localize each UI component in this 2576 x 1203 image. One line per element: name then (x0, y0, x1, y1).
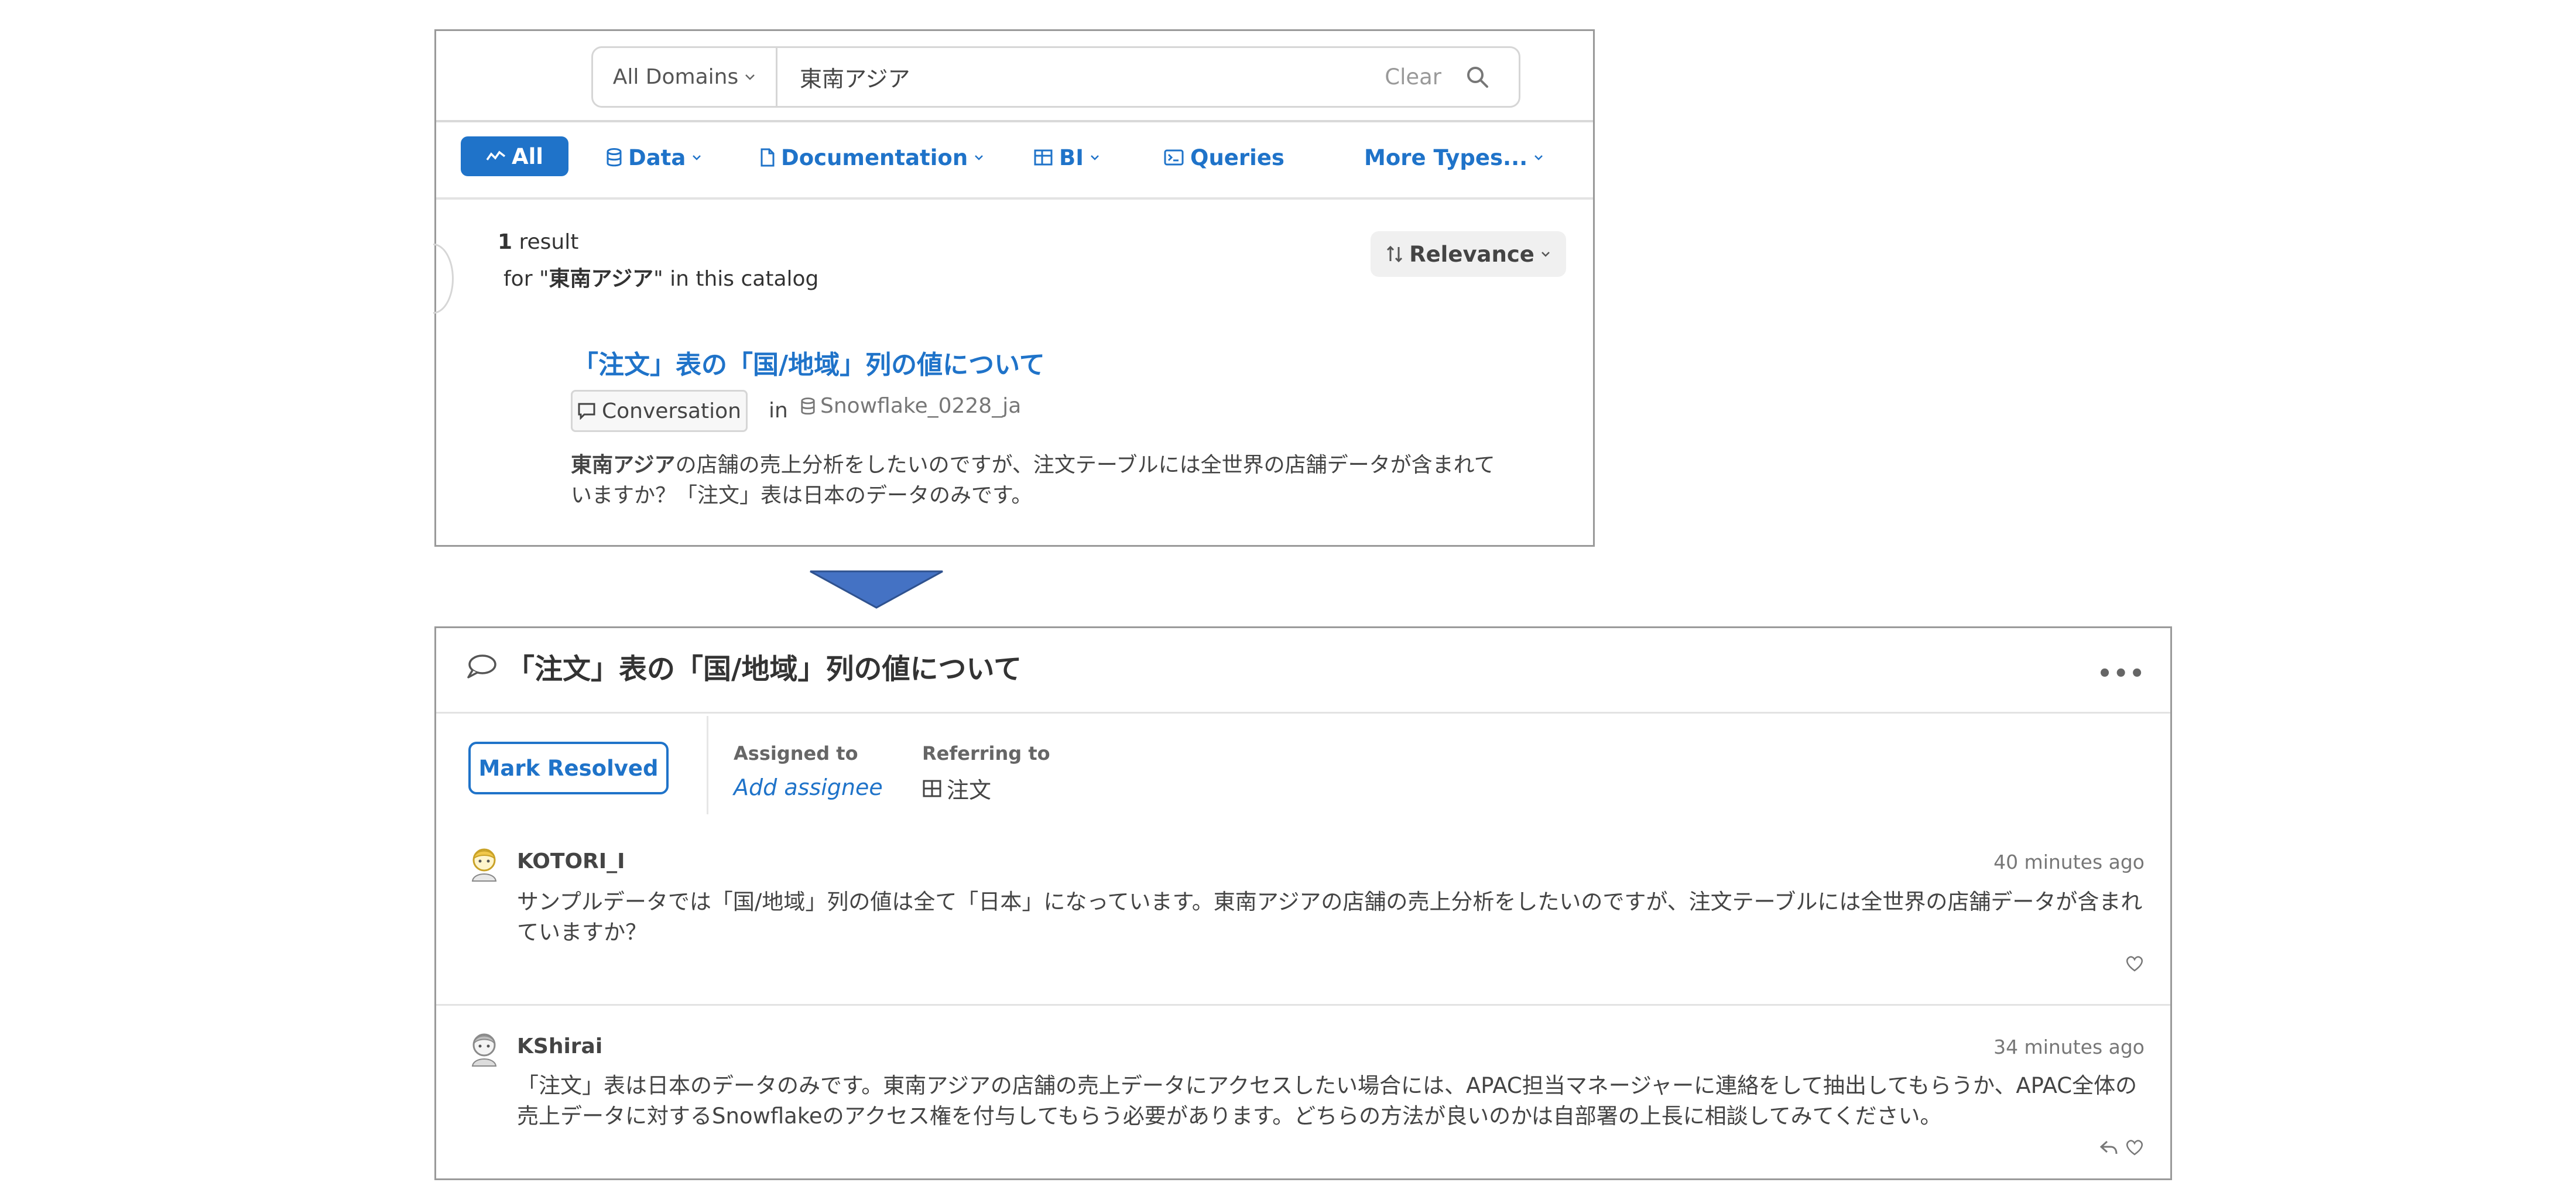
type-filter-queries[interactable]: Queries (1163, 138, 1284, 177)
referring-to-link[interactable]: 注文 (922, 772, 991, 804)
result-snippet-highlight: 東南アジア (571, 453, 676, 477)
type-filter-data-label: Data (628, 145, 686, 170)
type-filter-queries-label: Queries (1190, 145, 1284, 170)
result-title-link[interactable]: 「注文」表の「国/地域」列の値について (573, 344, 1045, 381)
comment-timestamp: 34 minutes ago (1993, 1036, 2145, 1058)
comment-author[interactable]: KOTORI_I (517, 849, 625, 873)
divider (436, 197, 1593, 200)
referring-to-value: 注文 (947, 777, 992, 803)
chevron-down-icon (745, 74, 755, 80)
result-snippet: 東南アジアの店舗の売上分析をしたいのですが、注文テーブルには全世界の店舗データが… (571, 450, 1508, 511)
reply-icon[interactable] (2099, 1139, 2119, 1156)
result-query-summary: for "東南アジア" in this catalog (503, 262, 818, 292)
result-source-link[interactable]: Snowflake_0228_ja (800, 394, 1021, 418)
table-icon (923, 780, 941, 797)
type-filter-more[interactable]: More Types... (1364, 138, 1544, 177)
result-source-label: Snowflake_0228_ja (820, 394, 1022, 418)
assigned-to-label: Assigned to (734, 742, 858, 765)
type-filter-bi-label: BI (1059, 145, 1084, 170)
comment-icon (578, 403, 595, 420)
add-assignee-link[interactable]: Add assignee (734, 774, 883, 800)
query-icon (1164, 149, 1184, 166)
referring-to-label: Referring to (922, 742, 1050, 765)
result-query-suffix: " in this catalog (653, 267, 819, 291)
more-options-icon[interactable]: ••• (2097, 660, 2146, 687)
comment-body: 「注文」表は日本のデータのみです。東南アジアの店舗の売上データにアクセスしたい場… (517, 1073, 2137, 1129)
sort-label: Relevance (1409, 241, 1534, 267)
chevron-down-icon (1534, 155, 1543, 160)
divider (436, 1004, 2170, 1006)
type-filter-all[interactable]: All (461, 136, 568, 176)
search-bar: All Domains 東南アジア Clear (591, 46, 1520, 108)
result-type-chip: Conversation (571, 390, 748, 432)
chevron-down-icon (693, 155, 701, 160)
comment-actions (2125, 955, 2145, 972)
result-snippet-text: の店舗の売上分析をしたいのですが、注文テーブルには全世界の店舗データが含まれてい… (571, 453, 1495, 508)
database-icon (801, 397, 815, 414)
search-input[interactable]: 東南アジア (777, 61, 1385, 93)
comment-body: サンプルデータでは「国/地域」列の値は全て「日本」になっています。東南アジアの店… (517, 889, 2143, 945)
sort-button[interactable]: Relevance (1371, 231, 1566, 277)
result-in-label: in (769, 399, 788, 423)
result-query-term: 東南アジア (549, 267, 654, 291)
heart-icon[interactable] (2125, 1139, 2145, 1156)
result-count: 1 result (498, 230, 578, 254)
comment-timestamp: 40 minutes ago (1993, 851, 2145, 873)
divider (436, 120, 1593, 122)
type-filter-all-label: All (511, 143, 543, 169)
sort-icon (1387, 245, 1403, 263)
chevron-down-icon (1091, 155, 1099, 160)
type-filter-documentation-label: Documentation (781, 145, 968, 170)
avatar (471, 848, 497, 882)
search-icon[interactable] (1465, 64, 1491, 90)
document-icon (761, 148, 775, 167)
clear-button[interactable]: Clear (1385, 64, 1441, 90)
type-filter-documentation[interactable]: Documentation (760, 138, 984, 177)
comment-actions (2099, 1139, 2145, 1156)
chevron-down-icon (1542, 252, 1550, 257)
type-filter-bar: All Data Documentation BI Queries More T… (436, 131, 1593, 182)
comment-icon (467, 654, 496, 678)
mark-resolved-button[interactable]: Mark Resolved (468, 742, 669, 794)
database-icon (607, 148, 622, 167)
domain-select[interactable]: All Domains (593, 48, 777, 106)
sidebar-collapse-handle[interactable] (433, 244, 454, 314)
dashboard-icon (1034, 149, 1053, 166)
domain-select-label: All Domains (612, 65, 739, 89)
result-count-suffix: result (512, 230, 579, 254)
heart-icon[interactable] (2125, 955, 2145, 972)
type-filter-more-label: More Types... (1364, 145, 1528, 170)
type-filter-bi[interactable]: BI (1033, 138, 1100, 177)
conversation-panel: 「注文」表の「国/地域」列の値について ••• Mark Resolved As… (434, 626, 2172, 1180)
comment-author[interactable]: KShirai (517, 1034, 602, 1058)
activity-icon (486, 150, 506, 161)
down-arrow-icon (810, 570, 943, 609)
search-results-panel: All Domains 東南アジア Clear All Data Documen… (433, 29, 1595, 547)
divider (436, 712, 2170, 714)
type-filter-data[interactable]: Data (606, 138, 702, 177)
chevron-down-icon (975, 155, 984, 160)
result-type-label: Conversation (601, 399, 741, 423)
result-count-number: 1 (498, 230, 513, 254)
result-query-prefix: for " (503, 267, 549, 291)
conversation-title: 「注文」表の「国/地域」列の値について (506, 653, 1022, 686)
divider (707, 716, 708, 814)
avatar (471, 1033, 497, 1067)
